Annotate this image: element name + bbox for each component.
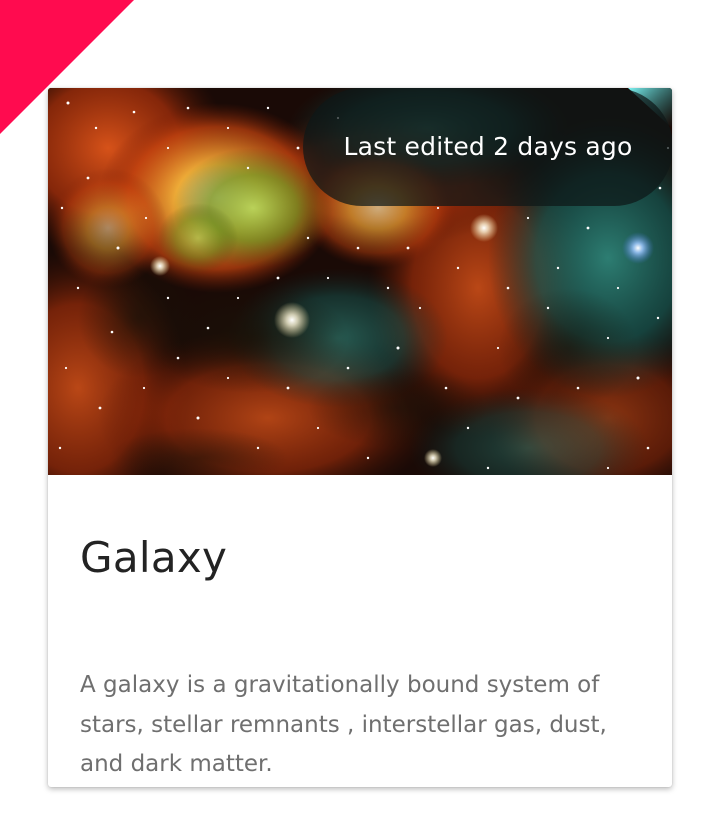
last-edited-label: Last edited 2 days ago [343,132,633,161]
card-description: A galaxy is a gravitationally bound syst… [80,672,607,777]
galaxy-card[interactable]: Last edited 2 days ago Galaxy A galaxy i… [48,88,672,787]
nebula-image: Last edited 2 days ago [48,88,672,475]
card-title: Galaxy [80,533,228,582]
